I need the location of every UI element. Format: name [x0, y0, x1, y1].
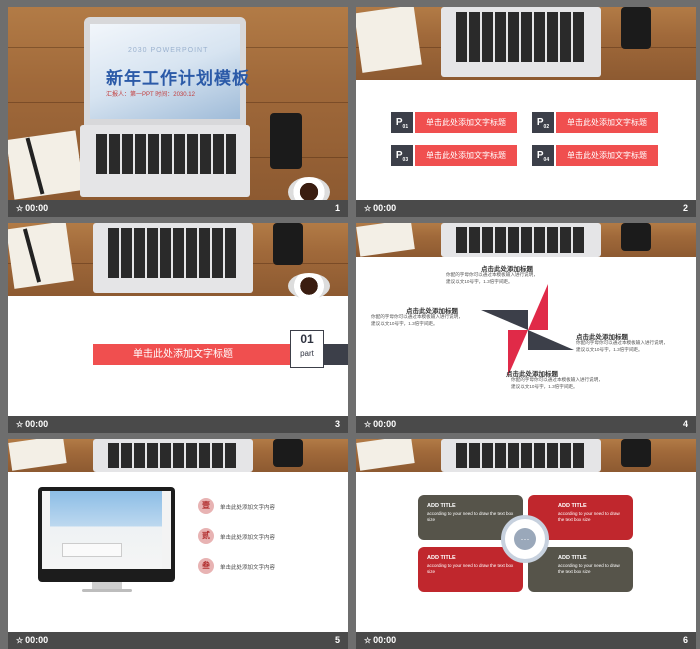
slide-number: 3 [334, 419, 340, 429]
block-text-3: 你配的字母你可以通过本模板输入进行说明，建议以文10号字，1.3倍字间距。 [576, 340, 668, 352]
keyboard-keys [456, 443, 586, 468]
transition-star-icon: ☆ [364, 636, 372, 645]
slide-canvas: 点击此处添加标题 你配的字母你可以通过本模板输入进行说明，建议以文10号字，1.… [356, 223, 696, 416]
section-title-banner: 单击此处添加文字标题 [93, 344, 315, 365]
slide-number: 4 [682, 419, 688, 429]
keyboard-keys [96, 134, 236, 174]
slide-thumbnail-6[interactable]: ADD TITLE according to your need to draw… [356, 439, 696, 649]
slide-subtitle: 2030 POWERPOINT [128, 47, 209, 54]
slide-number: 5 [334, 635, 340, 645]
keyboard-keys [456, 12, 586, 62]
slide-timing: ☆ 00:00 [16, 419, 49, 429]
slide-canvas: ADD TITLE according to your need to draw… [356, 439, 696, 632]
transition-star-icon: ☆ [16, 636, 24, 645]
slide-thumbnail-4[interactable]: 点击此处添加标题 你配的字母你可以通过本模板输入进行说明，建议以文10号字，1.… [356, 223, 696, 433]
block-text-4: 你配的字母你可以通过本模板输入进行说明，建议以文10号字，1.3倍字间距。 [511, 377, 603, 389]
slide-canvas: 壹 单击此处添加文字内容 贰 单击此处添加文字内容 叁 单击此处添加文字内容 [8, 439, 348, 632]
slide-timing: ☆ 00:00 [16, 635, 49, 645]
part-number: 01 [300, 332, 314, 346]
p-icon: P02 [532, 112, 554, 133]
coffee-cup-image [288, 273, 330, 299]
slide-timing: ☆ 00:00 [364, 635, 397, 645]
slide-number: 1 [334, 203, 340, 213]
tag-label: 单击此处添加文字标题 [415, 112, 517, 133]
slide-number: 2 [682, 203, 688, 213]
slide-title: 新年工作计划模板 [106, 69, 250, 88]
slide-timing: ☆ 00:00 [16, 203, 49, 213]
slide-timing: ☆ 00:00 [364, 419, 397, 429]
coffee-cup-image [288, 177, 330, 200]
title-tag-2: P02 单击此处添加文字标题 [532, 112, 658, 133]
box-text: according to your need to draw the text … [427, 511, 514, 522]
tag-label: 单击此处添加文字标题 [556, 112, 658, 133]
p-icon: P01 [391, 112, 413, 133]
box-text: according to your need to draw the text … [558, 511, 620, 522]
slide-timing: ☆ 00:00 [364, 203, 397, 213]
slide-footer: ☆ 00:00 1 [8, 200, 348, 217]
slide-thumbnail-2[interactable]: P01 单击此处添加文字标题 P02 单击此处添加文字标题 P03 单击此处添加… [356, 7, 696, 217]
number-three-icon: 叁 [198, 558, 214, 574]
box-title: ADD TITLE [558, 555, 587, 561]
tag-label: 单击此处添加文字标题 [415, 145, 517, 166]
part-label-box: 01 part [290, 330, 324, 368]
p-icon: P04 [532, 145, 554, 166]
slide-thumbnail-3[interactable]: 单击此处添加文字标题 01 part ☆ 00:00 3 [8, 223, 348, 433]
p-icon: P03 [391, 145, 413, 166]
slide-canvas: P01 单击此处添加文字标题 P02 单击此处添加文字标题 P03 单击此处添加… [356, 7, 696, 200]
slide-footer: ☆ 00:00 2 [356, 200, 696, 217]
box-text: according to your need to draw the text … [427, 563, 514, 574]
slide-canvas: 单击此处添加文字标题 01 part [8, 223, 348, 416]
block-text-1: 你配的字母你可以通过本模板输入进行说明，建议以文10号字，1.3倍字间距。 [446, 272, 538, 284]
slide-footer: ☆ 00:00 4 [356, 416, 696, 433]
phone-image [621, 439, 651, 467]
box-title: ADD TITLE [427, 503, 456, 509]
part-text: part [300, 349, 314, 358]
monitor-image [38, 487, 175, 582]
list-item-text: 单击此处添加文字内容 [220, 565, 276, 571]
phone-image [273, 439, 303, 467]
title-tag-1: P01 单击此处添加文字标题 [391, 112, 517, 133]
list-item-text: 单击此处添加文字内容 [220, 505, 276, 511]
balcony-photo [42, 491, 171, 569]
pinwheel-blade-3 [528, 330, 574, 350]
slide-footer: ☆ 00:00 6 [356, 632, 696, 649]
slide-number: 6 [682, 635, 688, 645]
slide-footer: ☆ 00:00 5 [8, 632, 348, 649]
number-one-icon: 壹 [198, 498, 214, 514]
tag-label: 单击此处添加文字标题 [556, 145, 658, 166]
phone-image [273, 223, 303, 265]
block-text-2: 你配的字母你可以通过本模板输入进行说明，建议以文10号字，1.3倍字间距。 [371, 314, 463, 326]
keyboard-keys [108, 228, 238, 278]
title-tag-3: P03 单击此处添加文字标题 [391, 145, 517, 166]
box-title: ADD TITLE [427, 555, 456, 561]
transition-star-icon: ☆ [364, 420, 372, 429]
box-title: ADD TITLE [558, 503, 587, 509]
number-two-icon: 贰 [198, 528, 214, 544]
presenter-info: 汇报人：第一PPT 时间：2030.12 [106, 92, 195, 98]
slide-thumbnail-1[interactable]: 2030 POWERPOINT 新年工作计划模板 汇报人：第一PPT 时间：20… [8, 7, 348, 217]
chat-bubble-icon: ··· [514, 528, 536, 550]
phone-image [621, 7, 651, 49]
pinwheel-blade-2 [528, 284, 548, 330]
slide-thumbnail-5[interactable]: 壹 单击此处添加文字内容 贰 单击此处添加文字内容 叁 单击此处添加文字内容 ☆… [8, 439, 348, 649]
notebook-image [356, 7, 422, 73]
slide-footer: ☆ 00:00 3 [8, 416, 348, 433]
list-item-text: 单击此处添加文字内容 [220, 535, 276, 541]
notebook-image [8, 223, 74, 289]
notebook-image [8, 130, 84, 200]
phone-image [621, 223, 651, 251]
monitor-foot [82, 589, 132, 592]
slide-canvas: 2030 POWERPOINT 新年工作计划模板 汇报人：第一PPT 时间：20… [8, 7, 348, 200]
transition-star-icon: ☆ [364, 204, 372, 213]
box-text: according to your need to draw the text … [558, 563, 620, 574]
keyboard-keys [108, 443, 238, 468]
title-tag-4: P04 单击此处添加文字标题 [532, 145, 658, 166]
transition-star-icon: ☆ [16, 204, 24, 213]
phone-image [270, 113, 302, 169]
pinwheel-blade-1 [481, 310, 528, 330]
transition-star-icon: ☆ [16, 420, 24, 429]
keyboard-keys [456, 227, 586, 253]
